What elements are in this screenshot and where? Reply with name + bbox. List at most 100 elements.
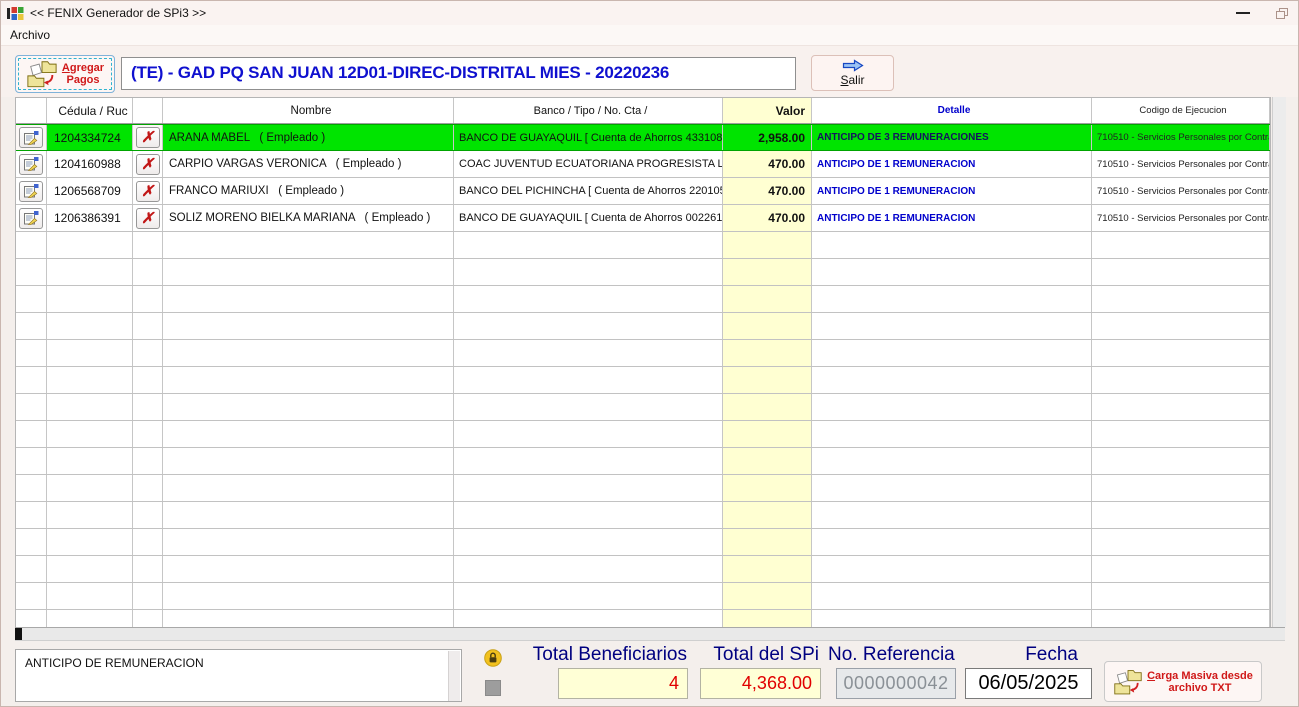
valor-cell: 2,958.00 bbox=[723, 125, 812, 150]
delete-row-button[interactable]: ✗ bbox=[136, 154, 160, 175]
column-header: Codigo de Ejecucion bbox=[1092, 98, 1270, 123]
table-empty-row bbox=[16, 286, 1270, 313]
banco-cell: BANCO DEL PICHINCHA [ Cuenta de Ahorros … bbox=[454, 178, 723, 204]
fecha-field[interactable]: 06/05/2025 bbox=[965, 668, 1092, 699]
detalle-cell: ANTICIPO DE 1 REMUNERACION bbox=[812, 178, 1092, 204]
edit-cell bbox=[16, 151, 47, 177]
bottom-panel: ANTICIPO DE REMUNERACION Total Beneficia… bbox=[1, 642, 1298, 707]
detalle-cell: ANTICIPO DE 1 REMUNERACION bbox=[812, 151, 1092, 177]
edit-row-button[interactable] bbox=[19, 127, 43, 148]
app-icon bbox=[7, 6, 24, 21]
edit-row-button[interactable] bbox=[19, 154, 43, 175]
edit-cell bbox=[16, 205, 47, 231]
table-empty-row bbox=[16, 313, 1270, 340]
table-row[interactable]: 1204334724✗ARANA MABEL ( Empleado )BANCO… bbox=[16, 124, 1270, 151]
agregar-pagos-button[interactable]: AgregarPagos bbox=[15, 55, 115, 93]
delete-row-button[interactable]: ✗ bbox=[136, 127, 160, 148]
nombre-cell: FRANCO MARIUXI ( Empleado ) bbox=[163, 178, 454, 204]
total-spi-label: Total del SPi bbox=[691, 644, 819, 666]
table-empty-row bbox=[16, 502, 1270, 529]
delete-cell: ✗ bbox=[133, 178, 163, 204]
table-empty-row bbox=[16, 367, 1270, 394]
table-empty-row bbox=[16, 421, 1270, 448]
salir-button[interactable]: Salir bbox=[811, 55, 894, 91]
vertical-scrollbar[interactable] bbox=[1272, 97, 1286, 627]
grid-body: 1204334724✗ARANA MABEL ( Empleado )BANCO… bbox=[16, 124, 1270, 627]
grid-header-row: Cédula / RucNombreBanco / Tipo / No. Cta… bbox=[16, 98, 1270, 124]
total-beneficiarios-value: 4 bbox=[558, 668, 688, 699]
column-header-blank bbox=[16, 98, 47, 123]
app-window: << FENIX Generador de SPi3 >> Archivo Ag… bbox=[0, 0, 1299, 707]
banco-cell: BANCO DE GUAYAQUIL [ Cuenta de Ahorros 0… bbox=[454, 205, 723, 231]
cedula-cell: 1204160988 bbox=[47, 151, 133, 177]
carga-masiva-label: Carga Masiva desdearchivo TXT bbox=[1147, 670, 1253, 694]
delete-cell: ✗ bbox=[133, 151, 163, 177]
restore-icon[interactable] bbox=[1276, 8, 1288, 19]
minimize-icon[interactable] bbox=[1236, 12, 1250, 14]
nombre-cell: CARPIO VARGAS VERONICA ( Empleado ) bbox=[163, 151, 454, 177]
table-row[interactable]: 1206568709✗FRANCO MARIUXI ( Empleado )BA… bbox=[16, 178, 1270, 205]
table-empty-row bbox=[16, 448, 1270, 475]
codigo-cell: 710510 - Servicios Personales por Contra… bbox=[1092, 205, 1270, 231]
delete-row-button[interactable]: ✗ bbox=[136, 181, 160, 202]
gray-square-indicator bbox=[485, 680, 501, 696]
column-header: Valor bbox=[723, 98, 812, 123]
table-row[interactable]: 1206386391✗SOLIZ MORENO BIELKA MARIANA (… bbox=[16, 205, 1270, 232]
valor-cell: 470.00 bbox=[723, 205, 812, 231]
valor-cell: 470.00 bbox=[723, 151, 812, 177]
textarea-scrollbar[interactable] bbox=[448, 651, 460, 702]
table-empty-row bbox=[16, 610, 1270, 627]
codigo-cell: 710510 - Servicios Personales por Contra… bbox=[1092, 178, 1270, 204]
detalle-cell: ANTICIPO DE 3 REMUNERACIONES bbox=[812, 125, 1092, 150]
detalle-text: ANTICIPO DE REMUNERACION bbox=[25, 656, 204, 670]
table-empty-row bbox=[16, 394, 1270, 421]
total-spi-value: 4,368.00 bbox=[700, 668, 821, 699]
table-empty-row bbox=[16, 556, 1270, 583]
salir-label: Salir bbox=[840, 73, 864, 87]
folders-transfer-icon bbox=[1113, 668, 1143, 696]
spi-title-field[interactable]: (TE) - GAD PQ SAN JUAN 12D01-DIREC-DISTR… bbox=[121, 57, 796, 90]
folders-transfer-icon bbox=[26, 59, 58, 89]
no-referencia-field: 0000000042 bbox=[836, 668, 956, 699]
table-empty-row bbox=[16, 475, 1270, 502]
banco-cell: BANCO DE GUAYAQUIL [ Cuenta de Ahorros 4… bbox=[454, 125, 723, 150]
window-title: << FENIX Generador de SPi3 >> bbox=[30, 6, 206, 20]
detalle-textarea[interactable]: ANTICIPO DE REMUNERACION bbox=[15, 649, 462, 702]
column-header: Cédula / Ruc bbox=[47, 98, 133, 123]
table-empty-row bbox=[16, 583, 1270, 610]
lock-icon bbox=[484, 649, 502, 672]
codigo-cell: 710510 - Servicios Personales por Contra… bbox=[1092, 125, 1270, 150]
column-header: Detalle bbox=[812, 98, 1092, 123]
table-row[interactable]: 1204160988✗CARPIO VARGAS VERONICA ( Empl… bbox=[16, 151, 1270, 178]
no-referencia-label: No. Referencia bbox=[828, 644, 958, 666]
column-header: Banco / Tipo / No. Cta / bbox=[454, 98, 723, 123]
banco-cell: COAC JUVENTUD ECUATORIANA PROGRESISTA LT… bbox=[454, 151, 723, 177]
carga-masiva-button[interactable]: Carga Masiva desdearchivo TXT bbox=[1104, 661, 1262, 702]
delete-row-button[interactable]: ✗ bbox=[136, 208, 160, 229]
horizontal-scrollbar[interactable] bbox=[15, 627, 1285, 641]
delete-cell: ✗ bbox=[133, 125, 163, 150]
nombre-cell: ARANA MABEL ( Empleado ) bbox=[163, 125, 454, 150]
cedula-cell: 1206386391 bbox=[47, 205, 133, 231]
table-empty-row bbox=[16, 259, 1270, 286]
table-empty-row bbox=[16, 340, 1270, 367]
edit-cell bbox=[16, 178, 47, 204]
horizontal-scrollbar-thumb[interactable] bbox=[15, 628, 22, 640]
title-bar: << FENIX Generador de SPi3 >> bbox=[1, 1, 1298, 25]
codigo-cell: 710510 - Servicios Personales por Contra… bbox=[1092, 151, 1270, 177]
agregar-pagos-label: AgregarPagos bbox=[62, 62, 104, 86]
menu-archivo[interactable]: Archivo bbox=[1, 28, 59, 42]
delete-cell: ✗ bbox=[133, 205, 163, 231]
fecha-label: Fecha bbox=[966, 644, 1092, 666]
payments-grid: Cédula / RucNombreBanco / Tipo / No. Cta… bbox=[15, 97, 1271, 627]
edit-row-button[interactable] bbox=[19, 208, 43, 229]
table-empty-row bbox=[16, 529, 1270, 556]
toolbar: AgregarPagos (TE) - GAD PQ SAN JUAN 12D0… bbox=[1, 45, 1298, 97]
valor-cell: 470.00 bbox=[723, 178, 812, 204]
cedula-cell: 1204334724 bbox=[47, 125, 133, 150]
edit-cell bbox=[16, 125, 47, 150]
cedula-cell: 1206568709 bbox=[47, 178, 133, 204]
edit-row-button[interactable] bbox=[19, 181, 43, 202]
table-empty-row bbox=[16, 232, 1270, 259]
exit-arrow-icon bbox=[842, 59, 864, 72]
